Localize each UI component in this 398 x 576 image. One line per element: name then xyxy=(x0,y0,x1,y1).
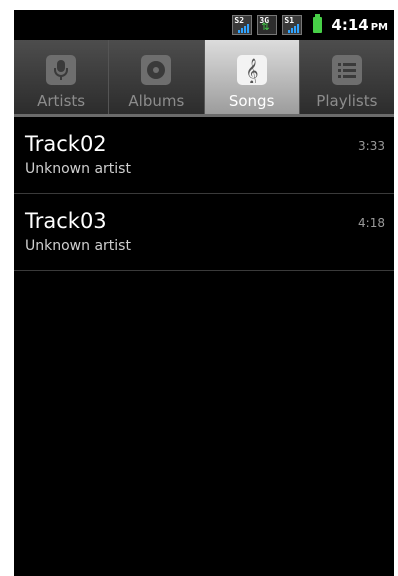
tab-albums[interactable]: Albums xyxy=(109,40,205,114)
battery-icon xyxy=(313,14,323,33)
song-artist: Unknown artist xyxy=(25,161,131,177)
tab-albums-label: Albums xyxy=(128,92,185,110)
tab-playlists-label: Playlists xyxy=(316,92,378,110)
tab-songs-label: Songs xyxy=(228,92,275,110)
data-transfer-icon: 3G ⇅ xyxy=(257,15,278,35)
playlist-icon xyxy=(331,55,362,85)
library-tabs: Artists Albums 𝄞 Songs Playlists xyxy=(14,40,394,117)
status-clock: 4:14 PM xyxy=(331,16,388,34)
song-duration: 3:33 xyxy=(358,139,385,153)
tab-artists-label: Artists xyxy=(37,92,86,110)
music-note-icon: 𝄞 xyxy=(236,55,267,85)
clock-time: 4:14 xyxy=(331,16,369,34)
tab-playlists[interactable]: Playlists xyxy=(300,40,394,114)
song-artist: Unknown artist xyxy=(25,238,131,254)
sim1-signal-icon: S2 xyxy=(232,15,253,35)
tab-artists[interactable]: Artists xyxy=(14,40,110,114)
status-bar: S2 3G ⇅ S1 4:14 PM xyxy=(14,10,394,40)
sim2-signal-icon: S1 xyxy=(282,15,303,35)
song-list-item[interactable]: Track03 Unknown artist 4:18 xyxy=(14,194,394,271)
tab-songs[interactable]: 𝄞 Songs xyxy=(204,40,300,114)
song-title: Track02 xyxy=(25,132,107,156)
album-icon xyxy=(141,55,172,85)
song-title: Track03 xyxy=(25,209,107,233)
svg-text:𝄞: 𝄞 xyxy=(245,58,258,83)
song-list-item[interactable]: Track02 Unknown artist 3:33 xyxy=(14,117,394,194)
song-list: Track02 Unknown artist 3:33 Track03 Unkn… xyxy=(14,117,394,271)
clock-ampm: PM xyxy=(370,22,388,33)
song-duration: 4:18 xyxy=(358,216,385,230)
microphone-icon xyxy=(46,55,77,85)
phone-screen: S2 3G ⇅ S1 4:14 PM Artists Albums 𝄞 Song… xyxy=(14,10,394,576)
